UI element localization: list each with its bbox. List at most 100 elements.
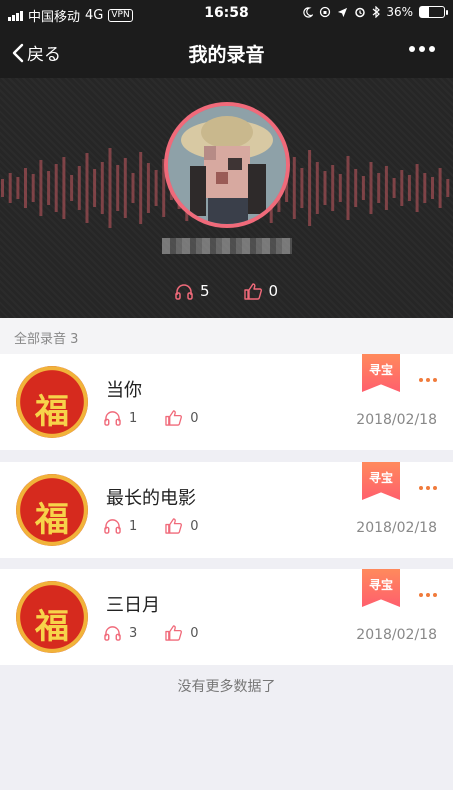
wave-bar (116, 165, 120, 211)
wave-bar (154, 170, 158, 206)
item-more-button[interactable] (419, 486, 437, 490)
wave-bar (24, 168, 27, 208)
headphones-icon (104, 519, 121, 534)
recording-item[interactable]: 福 当你 1 0 寻宝 2018/02/18 (0, 354, 453, 450)
like-value: 0 (190, 518, 199, 534)
like-value: 0 (190, 625, 199, 641)
treasure-badge[interactable]: 寻宝 (362, 569, 400, 607)
recording-item[interactable]: 福 三日月 3 0 寻宝 2018/02/18 (0, 569, 453, 665)
wave-bar (315, 162, 319, 214)
wave-bar (446, 179, 450, 197)
wave-bar (369, 162, 373, 214)
section-label: 全部录音 (14, 332, 67, 347)
wave-bar (54, 164, 58, 212)
section-count: 3 (70, 332, 79, 347)
nav-bar: 戻る 我的录音 (0, 28, 453, 78)
wave-bar (47, 171, 51, 205)
wave-bar (392, 178, 396, 198)
no-more-data-text: 没有更多数据了 (177, 679, 276, 695)
battery-icon (419, 6, 448, 18)
item-more-button[interactable] (419, 378, 437, 382)
headphones-icon (104, 626, 121, 641)
listen-count: 5 (175, 282, 210, 300)
headphones-icon (175, 283, 193, 300)
wave-bar (93, 169, 97, 207)
like-value: 0 (190, 410, 199, 426)
listen-value: 3 (129, 625, 138, 641)
more-menu-button[interactable] (409, 46, 435, 52)
recording-thumbnail: 福 (16, 581, 88, 653)
wave-bar (338, 174, 342, 202)
wave-bar (85, 153, 89, 223)
wave-bar (1, 179, 4, 197)
recording-thumbnail: 福 (16, 474, 88, 546)
like-stat[interactable]: 0 (165, 518, 199, 534)
status-right: 36% (302, 5, 448, 19)
treasure-badge[interactable]: 寻宝 (362, 462, 400, 500)
wave-bar (377, 173, 381, 203)
recording-date: 2018/02/18 (356, 627, 437, 643)
headphones-icon (104, 411, 121, 426)
wave-bar (100, 162, 104, 214)
recording-meta: 1 0 (104, 518, 199, 534)
thumbs-up-icon (165, 518, 183, 534)
recording-thumbnail: 福 (16, 366, 88, 438)
wave-bar (438, 168, 442, 208)
wave-bar (423, 173, 427, 203)
page-title: 我的录音 (188, 44, 265, 66)
wave-bar (31, 174, 35, 202)
like-count: 0 (243, 282, 279, 300)
like-stat[interactable]: 0 (165, 625, 199, 641)
more-dot (429, 46, 435, 52)
item-more-button[interactable] (419, 593, 437, 597)
like-count-value: 0 (268, 282, 279, 300)
wave-bar (431, 177, 434, 199)
location-icon (338, 7, 348, 17)
thumbs-up-icon (165, 625, 183, 641)
moon-icon (303, 6, 314, 18)
profile-stats: 5 0 (0, 282, 453, 300)
rotation-lock-icon (320, 6, 331, 18)
wave-bar (323, 171, 327, 205)
status-bar: 中国移动 4G VPN 16:58 36% (0, 0, 453, 28)
wave-bar (415, 164, 419, 212)
fu-character: 福 (35, 607, 69, 647)
wave-bar (308, 150, 312, 226)
wave-bar (384, 166, 388, 210)
wave-bar (62, 157, 66, 219)
wave-bar (16, 177, 20, 199)
thumbs-up-icon (243, 282, 262, 300)
listen-stat: 1 (104, 410, 137, 426)
like-stat[interactable]: 0 (165, 410, 199, 426)
recording-title: 当你 (106, 380, 142, 401)
more-dot (419, 46, 425, 52)
wave-bar (108, 148, 112, 228)
wave-bar (354, 169, 358, 207)
wave-bar (131, 173, 135, 203)
alarm-icon (355, 7, 366, 18)
listen-count-value: 5 (199, 282, 210, 300)
wave-bar (346, 156, 350, 220)
recording-title: 三日月 (106, 595, 160, 616)
wave-bar (39, 160, 43, 216)
wave-bar (400, 170, 404, 206)
recording-date: 2018/02/18 (356, 412, 437, 428)
battery-level (420, 7, 429, 17)
section-header: 全部录音 3 (0, 318, 453, 354)
wave-bar (123, 158, 127, 218)
wave-bar (77, 166, 81, 210)
wave-bar (361, 176, 365, 200)
listen-stat: 3 (104, 625, 137, 641)
wave-bar (331, 165, 335, 211)
avatar[interactable] (164, 102, 290, 228)
wave-bar (407, 175, 411, 201)
username-blurred (0, 238, 453, 254)
wave-bar (292, 157, 296, 219)
recording-item[interactable]: 福 最长的电影 1 0 寻宝 2018/02/18 (0, 462, 453, 558)
battery-percent: 36% (386, 5, 413, 19)
recording-title: 最长的电影 (106, 488, 196, 509)
bluetooth-icon (372, 6, 381, 18)
listen-stat: 1 (104, 518, 137, 534)
recording-date: 2018/02/18 (356, 520, 437, 536)
treasure-badge[interactable]: 寻宝 (362, 354, 400, 392)
